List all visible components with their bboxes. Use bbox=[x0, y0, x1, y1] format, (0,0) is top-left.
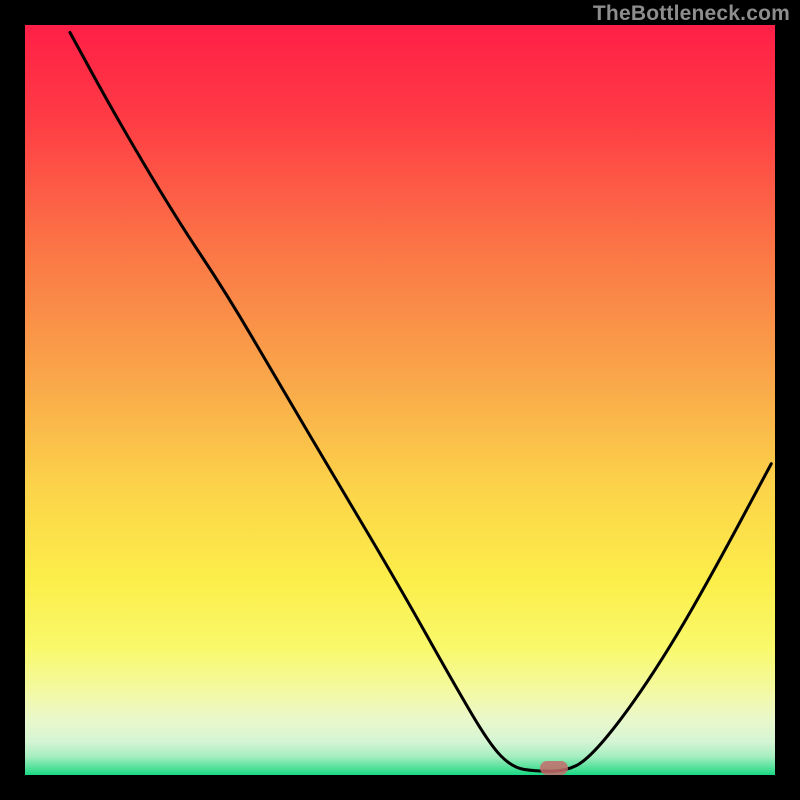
chart-root: TheBottleneck.com bbox=[0, 0, 800, 800]
watermark-text: TheBottleneck.com bbox=[593, 2, 790, 26]
plot-area bbox=[25, 25, 775, 775]
background-gradient bbox=[25, 25, 775, 775]
optimum-marker bbox=[540, 761, 568, 775]
